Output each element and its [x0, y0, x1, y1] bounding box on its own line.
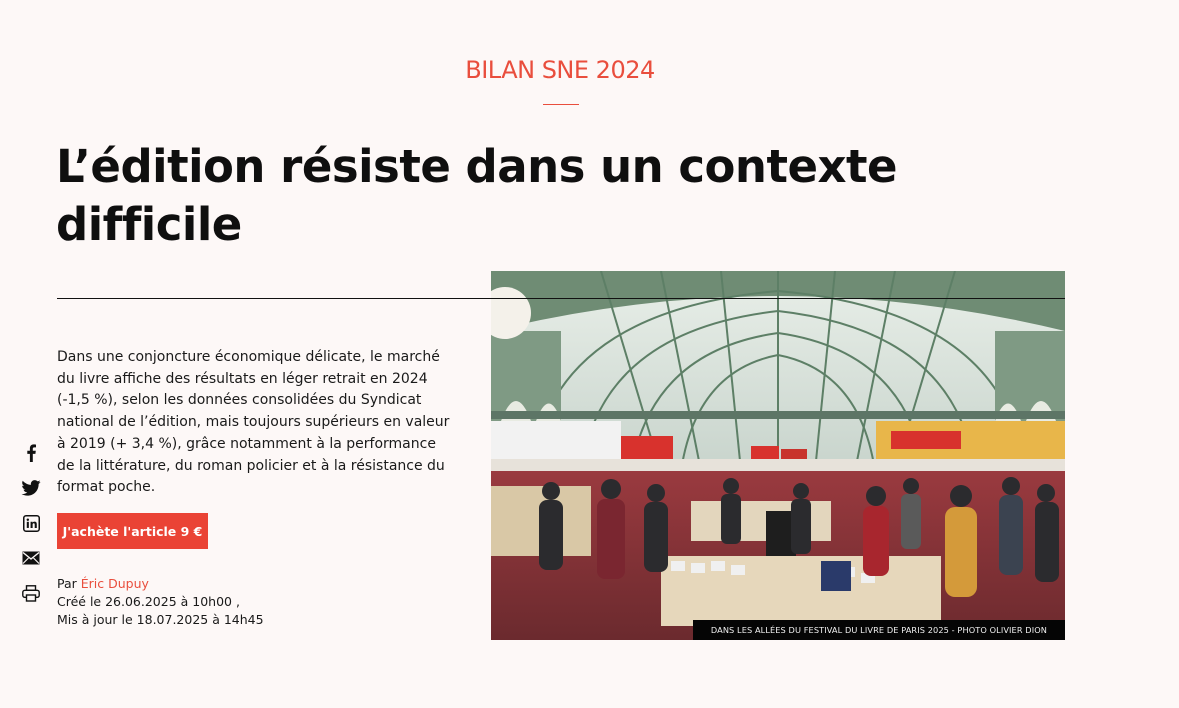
festival-photo-illustration [491, 271, 1065, 640]
author-link[interactable]: Éric Dupuy [81, 576, 149, 591]
byline: Par Éric Dupuy [57, 575, 264, 593]
mail-icon [22, 551, 40, 565]
print-button[interactable] [18, 580, 44, 606]
email-share-button[interactable] [18, 545, 44, 571]
twitter-share-button[interactable] [18, 475, 44, 501]
twitter-icon [21, 480, 41, 496]
article-headline: L’édition résiste dans un contexte diffi… [56, 140, 898, 251]
article-kicker: BILAN SNE 2024 [465, 56, 655, 84]
linkedin-share-button[interactable] [18, 510, 44, 536]
created-date: Créé le 26.06.2025 à 10h00 , [57, 594, 240, 609]
share-toolbar [18, 440, 44, 615]
byline-prefix: Par [57, 576, 77, 591]
kicker-divider [543, 104, 579, 105]
print-icon [22, 584, 40, 602]
facebook-icon [27, 444, 36, 462]
buy-article-button[interactable]: J'achète l'article 9 € [57, 513, 208, 549]
article-photo: DANS LES ALLÉES DU FESTIVAL DU LIVRE DE … [491, 271, 1065, 640]
linkedin-icon [22, 514, 40, 532]
facebook-share-button[interactable] [18, 440, 44, 466]
article-summary: Dans une conjoncture économique délicate… [57, 349, 450, 496]
photo-caption: DANS LES ALLÉES DU FESTIVAL DU LIVRE DE … [692, 620, 1065, 640]
header-divider [57, 298, 1065, 299]
article-meta: Par Éric Dupuy Créé le 26.06.2025 à 10h0… [57, 575, 264, 629]
updated-date: Mis à jour le 18.07.2025 à 14h45 [57, 612, 264, 627]
